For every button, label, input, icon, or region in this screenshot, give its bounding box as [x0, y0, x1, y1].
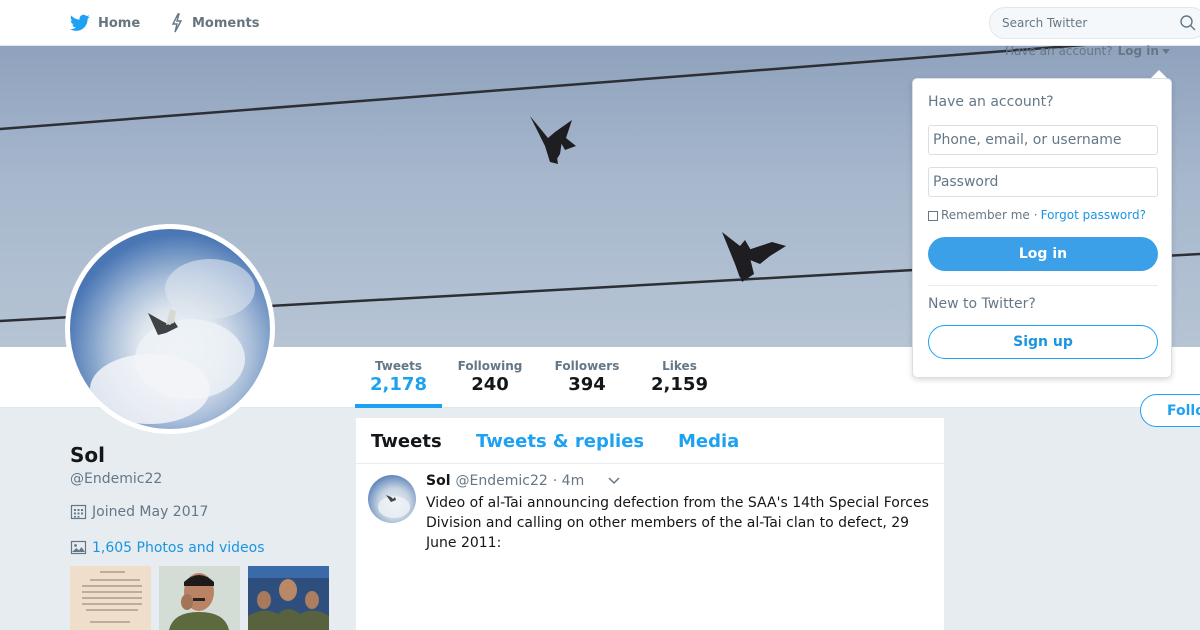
calendar-icon: [70, 504, 87, 520]
media-thumb-group[interactable]: [248, 566, 329, 630]
photos-videos-label: 1,605 Photos and videos: [92, 539, 265, 556]
username-field[interactable]: [928, 125, 1158, 155]
profile-handle[interactable]: @Endemic22: [70, 471, 162, 487]
remember-separator: ·: [1033, 208, 1038, 222]
media-thumb-soldier[interactable]: [159, 566, 240, 630]
stat-following[interactable]: Following 240: [448, 347, 532, 408]
remember-checkbox[interactable]: [928, 211, 938, 221]
tweet-avatar[interactable]: [368, 475, 416, 523]
search-box: [989, 7, 1200, 39]
caret-down-icon: [1161, 48, 1170, 54]
search-icon[interactable]: [1180, 15, 1196, 31]
login-button[interactable]: Log in: [928, 237, 1158, 271]
photos-videos-link[interactable]: 1,605 Photos and videos: [70, 539, 265, 556]
tweet-author-name[interactable]: Sol: [426, 473, 451, 489]
profile-name[interactable]: Sol: [70, 443, 105, 467]
image-icon: [70, 540, 87, 555]
stat-following-value: 240: [471, 374, 509, 395]
bird-1-icon: [530, 116, 576, 164]
tweet-text: Video of al-Tai announcing defection fro…: [426, 495, 929, 551]
stat-following-label: Following: [457, 359, 523, 373]
nav-home-label: Home: [98, 15, 141, 31]
stat-tweets-value: 2,178: [370, 374, 427, 395]
bird-2-icon: [722, 232, 786, 282]
tweet-author-handle[interactable]: @Endemic22: [456, 473, 548, 489]
login-dropdown: Have an account? Remember me · Forgot pa…: [912, 78, 1172, 378]
have-account-text: Have an account?: [1005, 44, 1113, 58]
password-field[interactable]: [928, 167, 1158, 197]
stat-followers-label: Followers: [554, 359, 620, 373]
remember-label[interactable]: Remember me: [941, 208, 1030, 222]
tab-tweets-replies[interactable]: Tweets & replies: [476, 431, 644, 452]
stat-likes-value: 2,159: [651, 374, 708, 395]
document-image: [70, 566, 151, 630]
remember-row: Remember me · Forgot password?: [928, 208, 1146, 222]
stat-followers-value: 394: [568, 374, 606, 395]
login-toggle[interactable]: Have an account? Log in: [1005, 44, 1170, 58]
timeline: Tweets Tweets & replies Media Sol @Endem…: [356, 418, 944, 630]
top-nav: Home Moments: [0, 0, 1200, 46]
tab-tweets[interactable]: Tweets: [371, 431, 442, 452]
new-to-twitter-text: New to Twitter?: [928, 296, 1036, 312]
tab-media[interactable]: Media: [678, 431, 739, 452]
dropdown-divider: [928, 285, 1158, 286]
twitter-bird-icon: [70, 14, 90, 31]
dropdown-arrow: [1151, 70, 1167, 78]
follow-button[interactable]: Follow: [1140, 394, 1200, 427]
timeline-tabs: Tweets Tweets & replies Media: [356, 418, 944, 464]
media-thumb-document[interactable]: [70, 566, 151, 630]
search-input[interactable]: [1002, 8, 1172, 38]
group-image: [248, 566, 329, 630]
nav-home[interactable]: Home: [70, 0, 140, 46]
forgot-password-link[interactable]: Forgot password?: [1041, 208, 1146, 222]
stat-tweets[interactable]: Tweets 2,178: [355, 347, 442, 408]
stat-followers[interactable]: Followers 394: [546, 347, 628, 408]
lightning-icon: [171, 13, 183, 33]
login-link[interactable]: Log in: [1118, 44, 1159, 58]
joined-text: Joined May 2017: [92, 503, 209, 520]
signup-button[interactable]: Sign up: [928, 325, 1158, 359]
chevron-down-icon[interactable]: [608, 477, 620, 485]
tweet-avatar-image: [378, 495, 410, 518]
avatar-image: [90, 259, 255, 424]
nav-moments[interactable]: Moments: [170, 0, 259, 46]
nav-moments-label: Moments: [192, 15, 260, 31]
joined-date: Joined May 2017: [70, 503, 208, 520]
tweet-timestamp[interactable]: · 4m: [553, 473, 584, 489]
login-title: Have an account?: [928, 94, 1054, 110]
stat-likes[interactable]: Likes 2,159: [642, 347, 717, 408]
soldier-image: [159, 566, 240, 630]
avatar[interactable]: [65, 224, 275, 434]
stat-likes-label: Likes: [662, 359, 697, 373]
stat-tweets-label: Tweets: [374, 359, 423, 373]
tweet-header: Sol @Endemic22 · 4m: [426, 473, 584, 489]
